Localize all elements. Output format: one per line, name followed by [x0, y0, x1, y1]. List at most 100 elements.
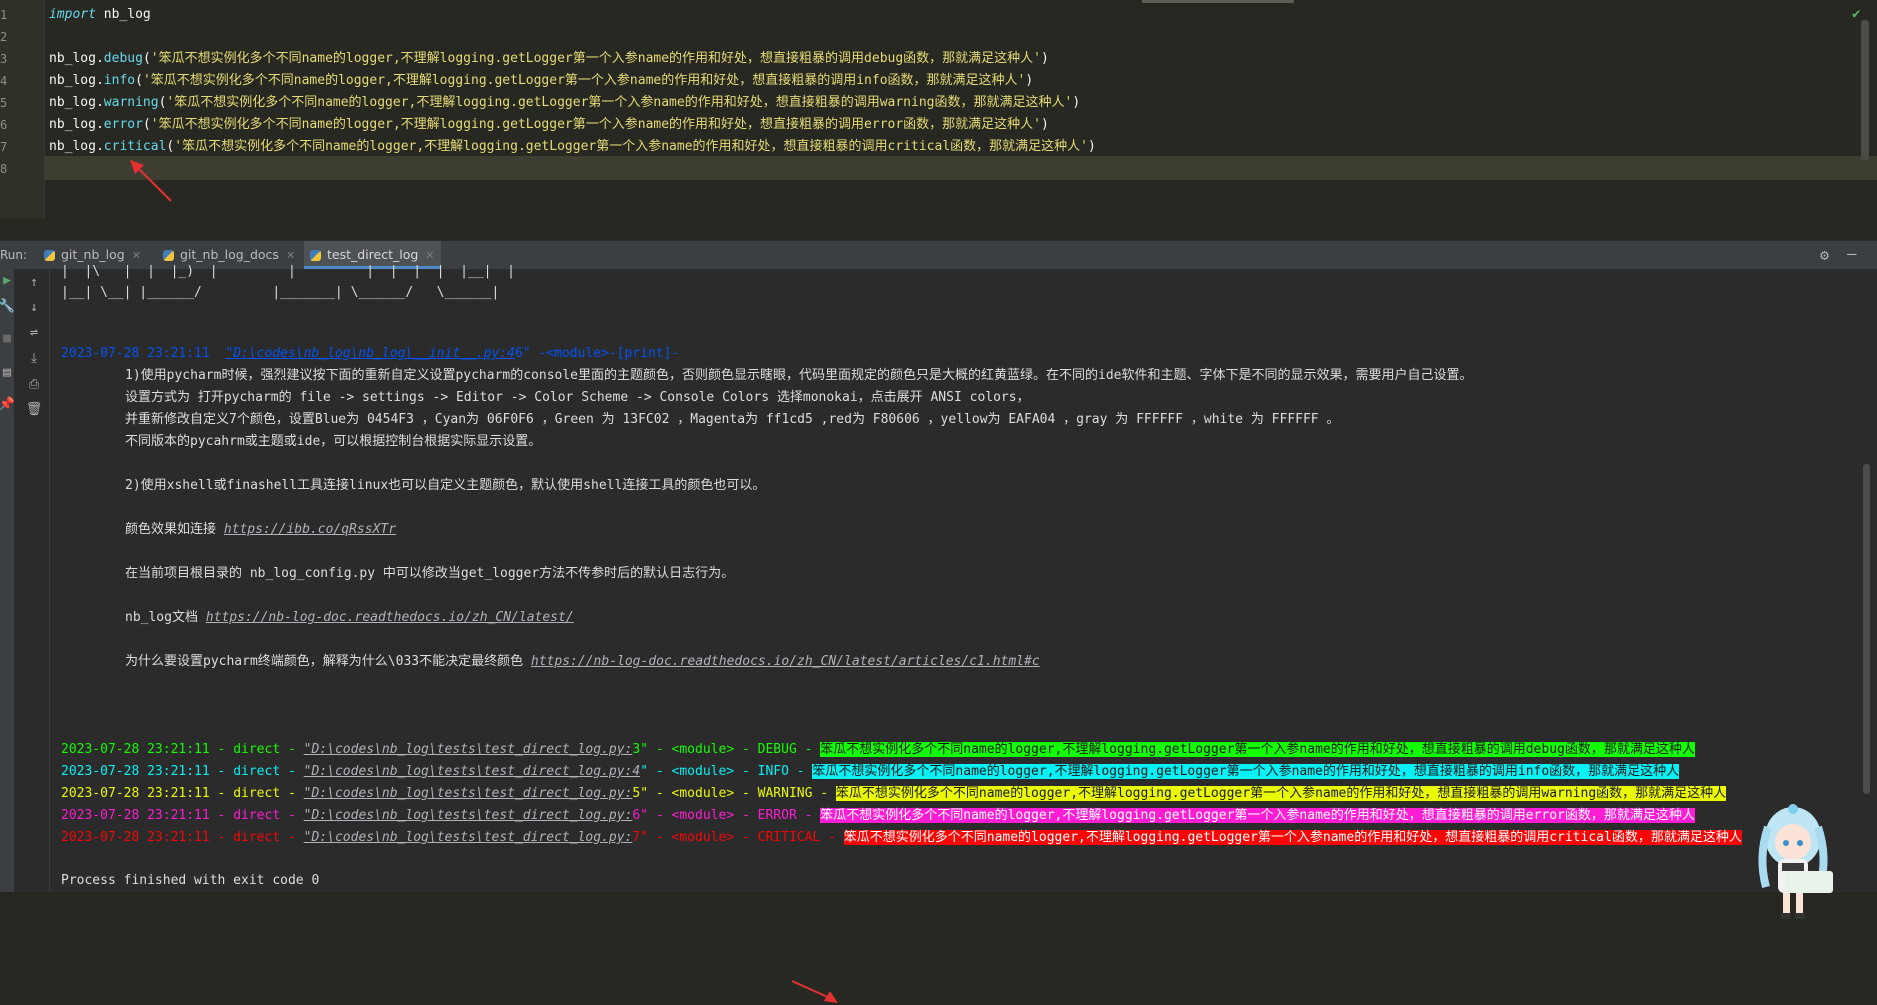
stop-icon[interactable]: ■	[0, 331, 17, 346]
file-lineno: 5"	[632, 786, 649, 801]
run-console[interactable]: ▶ 🔧 ■ ▤ 📌 ↑ ↓ ⇌ ⤓ ⎙ 🗑 | |\ | | |_) | | |…	[0, 264, 1877, 1003]
file-link[interactable]: "D:\codes\nb_log\tests\test_direct_log.p…	[304, 808, 633, 823]
file-lineno: 3"	[632, 742, 649, 757]
string-token: '笨瓜不想实例化多个不同name的logger,不理解logging.getLo…	[174, 139, 1088, 154]
process-exit-message: Process finished with exit code 0	[61, 873, 320, 888]
note-text: 在当前项目根目录的 nb_log_config.py 中可以修改当get_log…	[125, 566, 735, 581]
paren-token: )	[1025, 73, 1034, 88]
scroll-to-end-icon[interactable]: ⤓	[24, 351, 44, 366]
string-token: '笨瓜不想实例化多个不同name的logger,不理解logging.getLo…	[150, 51, 1042, 66]
module-name: <module>	[671, 764, 735, 779]
code-line[interactable]: nb_log.error('笨瓜不想实例化多个不同name的logger,不理解…	[49, 115, 1049, 135]
code-line[interactable]: import nb_log	[49, 5, 151, 25]
soft-wrap-icon[interactable]: ⇌	[24, 325, 44, 340]
minimize-icon[interactable]: —	[1847, 244, 1857, 263]
editor-horizontal-scroll-thumb[interactable]	[1142, 0, 1294, 3]
wrench-icon[interactable]: 🔧	[0, 299, 17, 314]
run-icon[interactable]: ▶	[0, 273, 17, 288]
logger-name: direct	[233, 786, 281, 801]
module-name: <module>	[671, 808, 735, 823]
file-link-tail: 6"	[514, 346, 531, 361]
run-label: Run:	[0, 248, 28, 262]
method-token: critical	[103, 139, 167, 154]
arrow-up-icon[interactable]: ↑	[24, 275, 44, 290]
code-line[interactable]: nb_log.critical('笨瓜不想实例化多个不同name的logger,…	[49, 137, 1096, 157]
string-token: '笨瓜不想实例化多个不同name的logger,不理解logging.getLo…	[142, 73, 1026, 88]
logger-name: direct	[233, 830, 281, 845]
object-token: nb_log.	[49, 139, 104, 154]
file-link[interactable]: "D:\codes\nb_log\tests\test_direct_log.p…	[304, 764, 641, 779]
file-link[interactable]: "D:\codes\nb_log\tests\test_direct_log.p…	[304, 742, 633, 757]
tab-label: git_nb_log_docs	[180, 247, 279, 262]
line-number: 3	[0, 52, 8, 66]
log-date: 2023-07-28 23:21:11	[61, 742, 210, 757]
note-line: 在当前项目根目录的 nb_log_config.py 中可以修改当get_log…	[125, 563, 734, 585]
module-name: <module>	[671, 830, 735, 845]
tab-label: test_direct_log	[327, 247, 419, 262]
log-level: INFO	[757, 764, 789, 779]
log-date: 2023-07-28 23:21:11	[61, 830, 210, 845]
ascii-art-line: | |\ | | |_) | | | | | | |__| |	[61, 264, 515, 279]
line-number: 4	[0, 74, 8, 88]
line-number: 8	[0, 162, 8, 176]
url-link[interactable]: https://nb-log-doc.readthedocs.io/zh_CN/…	[531, 654, 1040, 669]
log-line: 2023-07-28 23:21:11 - direct - "D:\codes…	[61, 742, 1695, 757]
console-vertical-scrollbar[interactable]	[1863, 464, 1870, 794]
print-module-tag: -<module>-[print]-	[538, 346, 680, 361]
code-line[interactable]: nb_log.debug('笨瓜不想实例化多个不同name的logger,不理解…	[49, 49, 1049, 69]
log-line: 2023-07-28 23:21:11 - direct - "D:\codes…	[61, 830, 1742, 845]
layout-icon[interactable]: ▤	[0, 365, 17, 380]
url-link[interactable]: https://ibb.co/qRssXTr	[224, 522, 396, 537]
file-link[interactable]: "D:\codes\nb_log\tests\test_direct_log.p…	[304, 786, 633, 801]
log-message: 笨瓜不想实例化多个不同name的logger,不理解logging.getLog…	[843, 830, 1742, 845]
code-line[interactable]: nb_log.warning('笨瓜不想实例化多个不同name的logger,不…	[49, 93, 1080, 113]
file-lineno: 7"	[632, 830, 649, 845]
note-line: 颜色效果如连接 https://ibb.co/qRssXTr	[125, 519, 396, 541]
console-actions-toolbar: ↑ ↓ ⇌ ⤓ ⎙ 🗑	[19, 269, 50, 892]
code-editor[interactable]: ✔ 1 2 3 4 5 6 7 8 import nb_log nb_log.debug('笨瓜不…	[0, 0, 1877, 218]
note-text: 颜色效果如连接	[125, 522, 224, 537]
editor-vertical-scrollbar[interactable]	[1861, 20, 1869, 160]
object-token: nb_log.	[49, 117, 104, 132]
run-side-toolbar: ▶ 🔧 ■ ▤ 📌	[0, 269, 17, 892]
module-name: <module>	[671, 742, 735, 757]
object-token: nb_log.	[49, 95, 104, 110]
log-date: 2023-07-28 23:21:11	[61, 764, 210, 779]
corner-widget-button[interactable]	[1785, 871, 1833, 893]
log-line: 2023-07-28 23:21:11 - direct - "D:\codes…	[61, 764, 1680, 779]
identifier-token: nb_log	[95, 7, 151, 22]
file-link[interactable]: "D:\codes\nb_log\tests\test_direct_log.p…	[304, 830, 633, 845]
file-link[interactable]: "D:\codes\nb_log\nb_log\__init__.py:4	[225, 346, 515, 361]
note-line: 并重新修改自定义7个颜色，设置Blue为 0454F3 ，Cyan为 06F0F…	[125, 412, 1340, 427]
log-message: 笨瓜不想实例化多个不同name的logger,不理解logging.getLog…	[820, 808, 1695, 823]
method-token: debug	[103, 51, 143, 66]
keyword-token: import	[49, 7, 96, 22]
arrow-down-icon[interactable]: ↓	[24, 300, 44, 315]
log-level: WARNING	[757, 786, 813, 801]
line-number: 1	[0, 8, 8, 22]
module-name: <module>	[671, 786, 735, 801]
log-message: 笨瓜不想实例化多个不同name的logger,不理解logging.getLog…	[812, 764, 1680, 779]
log-level: DEBUG	[757, 742, 797, 757]
paren-token: )	[1087, 139, 1096, 154]
log-message: 笨瓜不想实例化多个不同name的logger,不理解logging.getLog…	[835, 786, 1727, 801]
red-arrow-annotation	[791, 980, 838, 1003]
trash-icon[interactable]: 🗑	[24, 402, 44, 417]
url-link[interactable]: https://nb-log-doc.readthedocs.io/zh_CN/…	[206, 610, 574, 625]
method-token: info	[103, 73, 136, 88]
log-date: 2023-07-28 23:21:11	[61, 346, 210, 361]
python-file-icon	[44, 250, 55, 261]
print-icon[interactable]: ⎙	[24, 377, 44, 392]
note-text: 为什么要设置pycharm终端颜色，解释为什么\033不能决定最终颜色	[125, 654, 531, 669]
note-line: 为什么要设置pycharm终端颜色，解释为什么\033不能决定最终颜色 http…	[125, 651, 1040, 673]
line-number: 7	[0, 140, 8, 154]
tab-label: git_nb_log	[61, 247, 125, 262]
pin-icon[interactable]: 📌	[0, 397, 17, 412]
code-line[interactable]: nb_log.info('笨瓜不想实例化多个不同name的logger,不理解l…	[49, 71, 1033, 91]
ascii-art-line: |__| \__| |______/ |_______| \______/ \_…	[61, 285, 500, 300]
paren-token: )	[1041, 117, 1049, 132]
note-text: nb_log文档	[125, 610, 206, 625]
file-lineno: "	[640, 764, 649, 779]
gear-icon[interactable]: ⚙	[1820, 246, 1829, 264]
python-file-icon	[163, 250, 174, 261]
